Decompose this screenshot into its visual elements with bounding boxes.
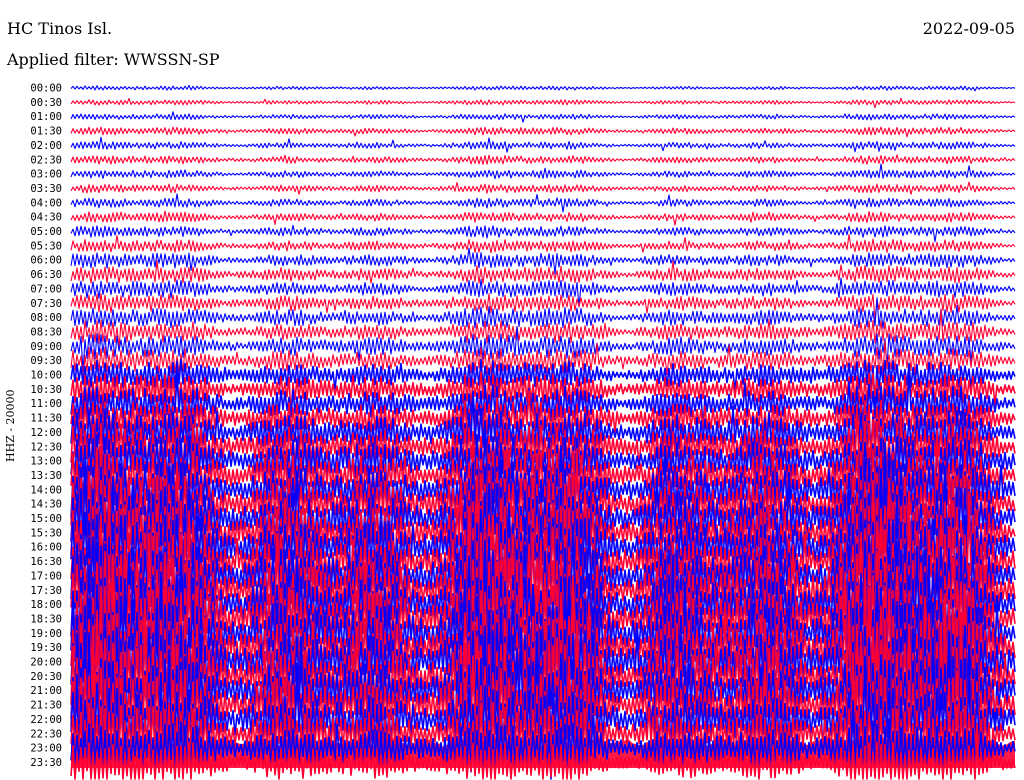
time-tick-label: 14:00 [30, 484, 62, 496]
time-tick-label: 00:30 [30, 97, 62, 109]
seismic-trace-0530 [70, 233, 1016, 254]
time-tick-label: 15:30 [30, 527, 62, 539]
time-tick-label: 09:00 [30, 341, 62, 353]
seismic-trace-0000 [70, 84, 1016, 92]
seismic-trace-0200 [70, 136, 1016, 153]
time-tick-label: 02:30 [30, 154, 62, 166]
time-tick-label: 20:00 [30, 657, 62, 669]
time-tick-label: 21:00 [30, 685, 62, 697]
time-tick-label: 08:30 [30, 326, 62, 338]
time-tick-label: 02:00 [30, 140, 62, 152]
time-tick-label: 22:00 [30, 714, 62, 726]
time-tick-label: 13:00 [30, 456, 62, 468]
time-tick-label: 07:30 [30, 298, 62, 310]
time-tick-label: 07:00 [30, 283, 62, 295]
time-tick-label: 11:00 [30, 398, 62, 410]
seismic-trace-0430 [70, 210, 1016, 226]
time-tick-label: 18:00 [30, 599, 62, 611]
seismic-trace-0100 [70, 111, 1016, 123]
time-tick-label: 14:30 [30, 499, 62, 511]
time-tick-label: 05:30 [30, 240, 62, 252]
time-tick-label: 20:30 [30, 671, 62, 683]
seismic-trace-0330 [70, 181, 1016, 195]
seismogram-plot: 00:00 00:30 01:00 01:30 02:00 02:30 03:00 03:30… [30, 83, 1016, 780]
time-tick-label: 10:30 [30, 384, 62, 396]
time-tick-label: 09:30 [30, 355, 62, 367]
time-tick-label: 03:30 [30, 183, 62, 195]
time-tick-group: 00:00 00:30 01:00 01:30 02:00 02:30 03:00 03:30… [30, 83, 62, 769]
seismic-trace-0400 [70, 193, 1016, 213]
time-tick-label: 04:30 [30, 212, 62, 224]
time-tick-label: 03:00 [30, 169, 62, 181]
time-tick-label: 18:30 [30, 613, 62, 625]
seismic-trace-0130 [70, 126, 1016, 138]
time-tick-label: 16:00 [30, 542, 62, 554]
seismic-trace-0300 [70, 163, 1016, 180]
seismic-trace-0630 [70, 260, 1016, 285]
trace-group [70, 84, 1016, 780]
time-tick-label: 23:00 [30, 743, 62, 755]
seismic-trace-0230 [70, 154, 1016, 165]
time-tick-label: 19:30 [30, 642, 62, 654]
time-tick-label: 01:30 [30, 126, 62, 138]
time-tick-label: 16:30 [30, 556, 62, 568]
time-tick-label: 00:00 [30, 83, 62, 95]
time-tick-label: 17:30 [30, 585, 62, 597]
time-tick-label: 23:30 [30, 757, 62, 769]
time-tick-label: 12:30 [30, 441, 62, 453]
seismic-trace-0030 [70, 97, 1016, 109]
time-tick-label: 04:00 [30, 197, 62, 209]
time-tick-label: 17:00 [30, 570, 62, 582]
time-tick-label: 22:30 [30, 728, 62, 740]
time-tick-label: 06:30 [30, 269, 62, 281]
time-tick-label: 21:30 [30, 700, 62, 712]
time-tick-label: 10:00 [30, 370, 62, 382]
time-tick-label: 08:00 [30, 312, 62, 324]
time-tick-label: 13:30 [30, 470, 62, 482]
time-tick-label: 01:00 [30, 111, 62, 123]
time-tick-label: 06:00 [30, 255, 62, 267]
time-tick-label: 11:30 [30, 413, 62, 425]
time-tick-label: 19:00 [30, 628, 62, 640]
time-tick-label: 12:00 [30, 427, 62, 439]
time-tick-label: 05:00 [30, 226, 62, 238]
time-tick-label: 15:00 [30, 513, 62, 525]
